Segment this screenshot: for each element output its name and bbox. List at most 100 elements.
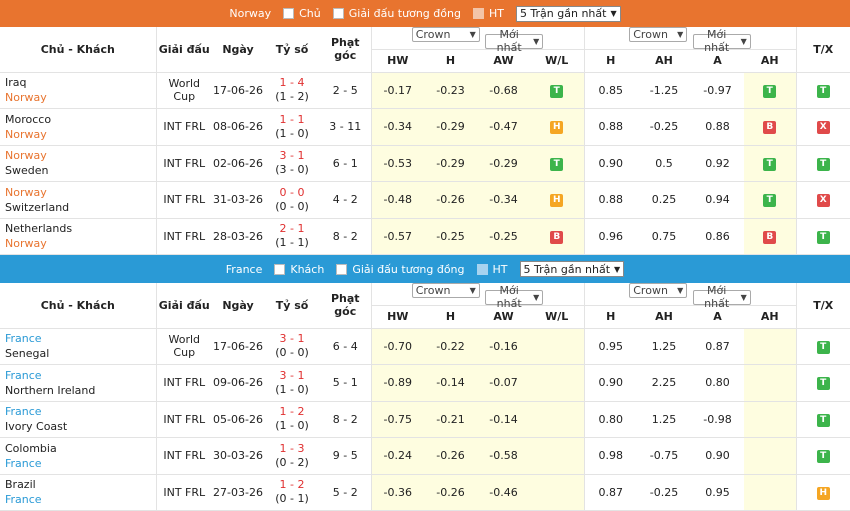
a-cell: 0.94 <box>691 181 744 219</box>
home-team[interactable]: Brazil <box>5 477 156 492</box>
away-team[interactable]: Switzerland <box>5 200 156 215</box>
result-badge: H <box>550 194 564 208</box>
home-team[interactable]: Colombia <box>5 441 156 456</box>
bookmaker-select[interactable]: Crown ▼ <box>411 283 480 298</box>
corner-cell: 5 - 1 <box>320 364 372 402</box>
home-team[interactable]: France <box>5 368 156 383</box>
wl-cell: B <box>530 218 585 255</box>
h-cell: -0.26 <box>424 181 477 219</box>
home-team[interactable]: Netherlands <box>5 221 156 236</box>
wl-cell: T <box>530 72 585 109</box>
chevron-down-icon: ▼ <box>740 36 747 46</box>
checkbox[interactable] <box>472 8 484 19</box>
norway-filter-option[interactable]: HT <box>472 7 504 20</box>
table-row[interactable]: France Senegal World Cup 17-06-26 3 - 1 … <box>0 328 850 365</box>
col-score: Tỷ số <box>264 283 320 329</box>
ah-cell: 0.5 <box>637 145 691 182</box>
table-row[interactable]: Brazil France INT FRL 27-03-26 1 - 2 (0 … <box>0 474 850 511</box>
ah2-cell: T <box>744 72 797 109</box>
norway-filter-option[interactable]: Giải đấu tương đồng <box>332 7 461 20</box>
bookmaker-select[interactable]: Crown ▼ <box>629 283 688 298</box>
away-team[interactable]: France <box>5 456 156 471</box>
checkbox[interactable] <box>476 263 488 275</box>
col-h: H <box>424 49 477 73</box>
france-filter-option[interactable]: HT <box>476 263 508 276</box>
result-badge: X <box>816 121 830 135</box>
france-filter-option[interactable]: Giải đấu tương đồng <box>336 263 465 276</box>
france-filter-option[interactable]: Khách <box>274 263 324 276</box>
aw-cell: -0.14 <box>477 401 530 438</box>
table-row[interactable]: Norway Sweden INT FRL 02-06-26 3 - 1 (3 … <box>0 145 850 182</box>
score-cell: 1 - 1 (1 - 0) <box>264 108 320 146</box>
a-cell: 0.86 <box>691 218 744 255</box>
away-team[interactable]: Northern Ireland <box>5 383 156 398</box>
corner-cell: 8 - 2 <box>320 401 372 438</box>
result-badge: T <box>816 377 830 391</box>
table-row[interactable]: Netherlands Norway INT FRL 28-03-26 2 - … <box>0 218 850 255</box>
away-team[interactable]: Norway <box>5 236 156 251</box>
odds-time-select[interactable]: Mới nhất ▼ <box>692 28 751 54</box>
norway-filter-option[interactable]: Chủ <box>283 7 321 20</box>
a-cell: 0.95 <box>691 474 744 511</box>
tx-cell: T <box>796 364 850 402</box>
result-badge: T <box>763 194 777 208</box>
col-ah2: AH <box>744 305 797 329</box>
result-badge: T <box>816 450 830 464</box>
odds-time-select[interactable]: Mới nhất ▼ <box>692 284 751 310</box>
away-team[interactable]: France <box>5 492 156 507</box>
home-team[interactable]: Norway <box>5 148 156 163</box>
odds-time-select[interactable]: Mới nhất ▼ <box>485 284 544 310</box>
norway-match-count-select[interactable]: 5 Trận gần nhất ▼ <box>515 5 621 22</box>
checkbox[interactable] <box>336 263 348 275</box>
checkbox[interactable] <box>283 8 295 19</box>
chevron-down-icon: ▼ <box>469 30 476 39</box>
result-badge: T <box>816 413 830 427</box>
col-teams: Chủ - Khách <box>0 27 157 73</box>
score-cell: 3 - 1 (3 - 0) <box>264 145 320 182</box>
a-cell: -0.98 <box>691 401 744 438</box>
ah-cell: 0.75 <box>637 218 691 255</box>
result-badge: T <box>816 84 830 98</box>
home-team[interactable]: Morocco <box>5 112 156 127</box>
teams-cell: Iraq Norway <box>0 72 157 109</box>
bookmaker-select[interactable]: Crown ▼ <box>411 27 480 42</box>
norway-matches-table: Chủ - Khách Giải đấu Ngày Tỷ số Phạt góc… <box>0 27 850 255</box>
france-match-count-select[interactable]: 5 Trận gần nhất ▼ <box>519 261 625 277</box>
france-team-title: France <box>225 262 263 276</box>
home-team[interactable]: France <box>5 331 156 346</box>
home-team[interactable]: Iraq <box>5 75 156 90</box>
away-team[interactable]: Norway <box>5 127 156 142</box>
home-team[interactable]: Norway <box>5 185 156 200</box>
away-team[interactable]: Senegal <box>5 346 156 361</box>
league-cell: INT FRL <box>156 181 212 219</box>
away-team[interactable]: Sweden <box>5 163 156 178</box>
h-cell: -0.26 <box>424 474 477 511</box>
col-h2: H <box>584 49 637 73</box>
table-row[interactable]: France Northern Ireland INT FRL 09-06-26… <box>0 364 850 402</box>
half-time-score: (1 - 0) <box>275 126 309 140</box>
score-cell: 1 - 2 (1 - 0) <box>264 401 320 438</box>
date-cell: 09-06-26 <box>212 364 264 402</box>
table-row[interactable]: Morocco Norway INT FRL 08-06-26 1 - 1 (1… <box>0 108 850 146</box>
col-corner: Phạt góc <box>320 283 372 329</box>
chevron-down-icon: ▼ <box>740 292 747 302</box>
full-time-score: 1 - 4 <box>279 76 305 90</box>
odds-time-select[interactable]: Mới nhất ▼ <box>485 28 544 54</box>
table-row[interactable]: France Ivory Coast INT FRL 05-06-26 1 - … <box>0 401 850 438</box>
table-row[interactable]: Iraq Norway World Cup 17-06-26 1 - 4 (1 … <box>0 72 850 109</box>
table-row[interactable]: Norway Switzerland INT FRL 31-03-26 0 - … <box>0 181 850 219</box>
league-cell: INT FRL <box>156 218 212 255</box>
away-team[interactable]: Norway <box>5 90 156 105</box>
league-cell: INT FRL <box>156 364 212 402</box>
ah-cell: 0.25 <box>637 181 691 219</box>
col-score: Tỷ số <box>264 27 320 73</box>
result-badge: B <box>763 121 777 135</box>
corner-cell: 8 - 2 <box>320 218 372 255</box>
table-row[interactable]: Colombia France INT FRL 30-03-26 1 - 3 (… <box>0 437 850 475</box>
home-team[interactable]: France <box>5 404 156 419</box>
checkbox[interactable] <box>332 8 344 19</box>
checkbox[interactable] <box>274 263 286 275</box>
bookmaker-select[interactable]: Crown ▼ <box>629 27 688 42</box>
a-cell: 0.92 <box>691 145 744 182</box>
away-team[interactable]: Ivory Coast <box>5 419 156 434</box>
